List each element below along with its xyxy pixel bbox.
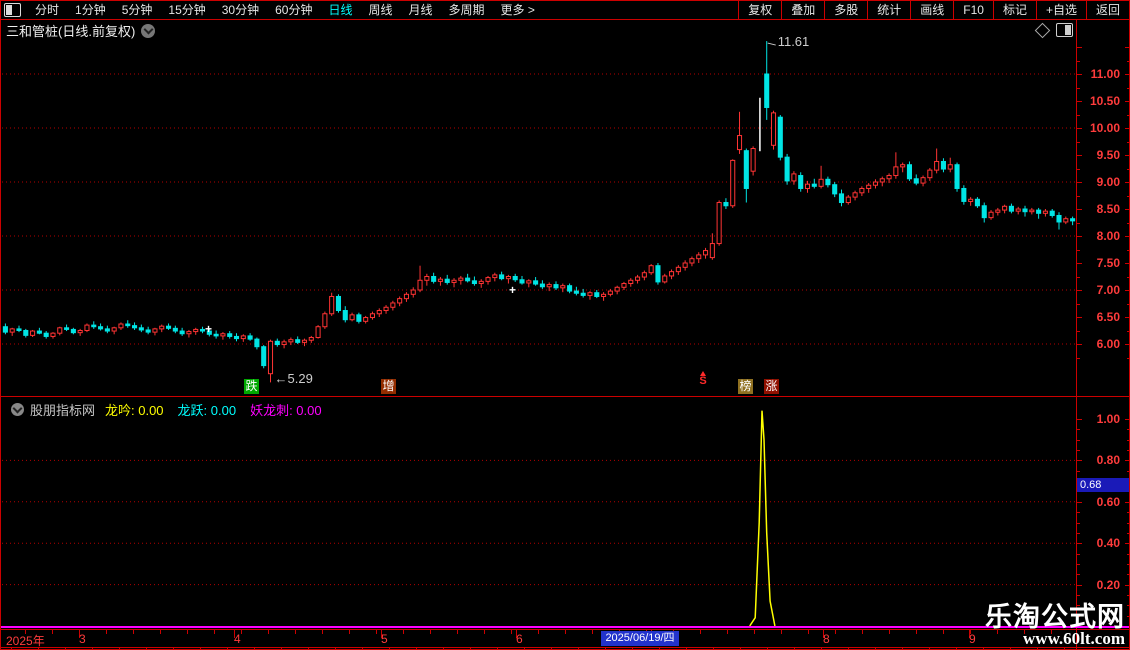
selected-date-badge: 2025/06/19/四	[601, 631, 679, 646]
indicator-tick-label: 0.60	[1096, 494, 1120, 509]
toolbar-item[interactable]: 复权	[738, 1, 781, 19]
price-tick-label: 9.50	[1096, 148, 1120, 162]
stock-title: 三和管桩(日线.前复权)	[6, 24, 136, 39]
watermark-site-name: 乐淘公式网	[985, 602, 1125, 632]
toolbar-item[interactable]: 多股	[824, 1, 867, 19]
watermark-url: www.60lt.com	[1023, 629, 1125, 648]
x-axis-label: 9	[969, 632, 976, 646]
toolbar-item[interactable]: 叠加	[781, 1, 824, 19]
toolbar-item[interactable]: 标记	[992, 1, 1036, 19]
period-toolbar: 分时 1分钟 5分钟 15分钟 30分钟 60分钟 日线 周线 月线 多周期 更多 > 复权 叠加 多股…	[1, 1, 1129, 20]
toolbar-action-items: 复权 叠加 多股 统计 画线 F10 标记 +自选 返回	[738, 1, 1129, 19]
indicator-baseline	[1, 626, 1129, 628]
event-tag: 增	[381, 379, 396, 394]
price-tick-label: 10.00	[1089, 121, 1120, 135]
signal-plus-marker: +	[509, 283, 517, 297]
toolbar-item[interactable]: 周线	[360, 1, 400, 19]
indicator-metric: 龙吟: 0.00	[105, 403, 164, 418]
peak-price-label: 11.61	[777, 34, 810, 50]
price-tick-label: 9.00	[1096, 175, 1120, 189]
indicator-tick-label: 0.80	[1096, 453, 1120, 468]
signal-plus-marker: +	[205, 322, 213, 336]
signal-s-marker: S	[698, 371, 708, 387]
toolbar-item[interactable]: 返回	[1085, 1, 1129, 19]
toolbar-item[interactable]: 月线	[401, 1, 441, 19]
toolbar-item[interactable]: F10	[953, 1, 993, 19]
x-axis-label: 6	[516, 632, 523, 646]
toolbar-item[interactable]: 统计	[867, 1, 910, 19]
indicator-tick-label: 1.00	[1096, 412, 1120, 426]
event-tag: 跌	[244, 379, 259, 394]
price-tick-label: 8.50	[1096, 202, 1120, 216]
x-axis-label: 5	[381, 632, 388, 646]
toolbar-item[interactable]: 1分钟	[67, 1, 114, 19]
candlestick-chart[interactable]	[2, 41, 1076, 397]
indicator-header: 股朋指标网 龙吟: 0.00 龙跃: 0.00 妖龙刺: 0.00	[5, 400, 336, 419]
toolbar-item[interactable]: 分时	[27, 1, 67, 19]
price-tick-label: 11.00	[1090, 67, 1120, 81]
toolbar-item[interactable]: 日线	[320, 1, 360, 19]
low-price-label: ←5.29	[274, 371, 313, 386]
price-tick-label: 8.00	[1096, 229, 1120, 243]
toolbar-item[interactable]: +自选	[1035, 1, 1086, 19]
toolbar-period-items: 分时 1分钟 5分钟 15分钟 30分钟 60分钟 日线 周线 月线 多周期 更多 >	[27, 1, 543, 19]
x-axis-label: 8	[823, 632, 830, 646]
x-axis-label: 4	[234, 632, 241, 646]
panel-toggle-icon[interactable]	[1056, 23, 1073, 37]
toolbar-item[interactable]: 更多 >	[493, 1, 543, 19]
indicator-metrics: 龙吟: 0.00 龙跃: 0.00 妖龙刺: 0.00	[105, 400, 336, 419]
diamond-icon[interactable]	[1034, 22, 1051, 38]
price-tick-label: 7.50	[1096, 256, 1120, 270]
title-right-icons	[1034, 22, 1073, 38]
axis-bottom-line	[1, 647, 1129, 648]
indicator-chart[interactable]	[2, 405, 1076, 626]
toolbar-item[interactable]: 画线	[910, 1, 953, 19]
layout-toggle-icon[interactable]	[4, 3, 21, 17]
chart-title-row: 三和管桩(日线.前复权)	[1, 20, 1075, 41]
trading-app-window: 分时 1分钟 5分钟 15分钟 30分钟 60分钟 日线 周线 月线 多周期 更多 > 复权 叠加 多股…	[0, 0, 1130, 650]
indicator-metric: 妖龙刺: 0.00	[250, 403, 322, 418]
toolbar-item[interactable]: 多周期	[441, 1, 493, 19]
event-tag: 涨	[764, 379, 779, 394]
current-value-badge: 0.68	[1077, 478, 1129, 493]
price-tick-label: 6.50	[1096, 310, 1120, 324]
price-tick-label: 10.50	[1089, 94, 1120, 108]
toolbar-item[interactable]: 5分钟	[114, 1, 161, 19]
price-tick-label: 6.00	[1096, 337, 1120, 351]
panel-divider-line	[1, 396, 1129, 397]
title-dropdown-icon[interactable]	[141, 23, 156, 38]
toolbar-item[interactable]: 60分钟	[267, 1, 320, 19]
toolbar-item[interactable]: 15分钟	[160, 1, 213, 19]
x-axis-label: 2025年	[6, 634, 45, 648]
event-tag: 榜	[738, 379, 753, 394]
price-tick-label: 7.00	[1096, 283, 1120, 297]
indicator-metric: 龙跃: 0.00	[177, 403, 237, 418]
indicator-tick-label: 0.40	[1096, 536, 1120, 551]
collapse-panel-icon[interactable]	[11, 403, 24, 416]
indicator-tick-label: 0.20	[1096, 577, 1120, 592]
toolbar-item[interactable]: 30分钟	[214, 1, 267, 19]
x-axis-label: 3	[79, 632, 86, 646]
watermark: 乐淘公式网 www.60lt.com	[985, 602, 1125, 648]
indicator-name: 股朋指标网	[30, 403, 96, 418]
